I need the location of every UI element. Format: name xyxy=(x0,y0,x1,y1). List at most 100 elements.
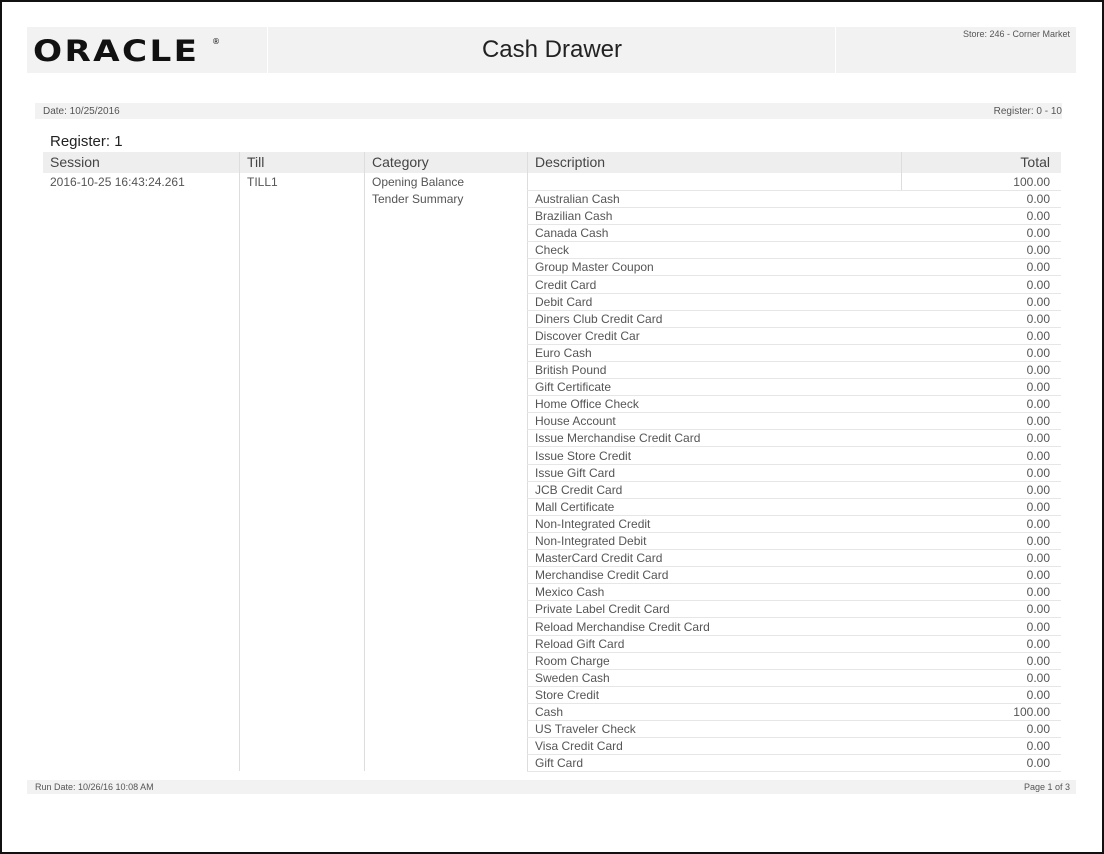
tender-total: 0.00 xyxy=(1026,602,1050,617)
tender-total: 0.00 xyxy=(1026,534,1050,548)
category-cell-tender: Tender Summary xyxy=(372,192,464,206)
tender-row: Group Master Coupon 0.00 xyxy=(527,259,1061,277)
opening-balance-row: 100.00 xyxy=(527,174,1061,191)
tender-description: JCB Credit Card xyxy=(535,482,623,497)
tender-description: Check xyxy=(535,243,570,258)
tender-row: Visa Credit Card 0.00 xyxy=(527,738,1061,756)
tender-total: 0.00 xyxy=(1026,619,1050,634)
tender-description: Store Credit xyxy=(535,687,600,702)
tender-row: Merchandise Credit Card 0.00 xyxy=(527,567,1061,585)
tender-total: 0.00 xyxy=(1026,397,1050,412)
tender-row: Mexico Cash 0.00 xyxy=(527,584,1061,602)
tender-row: House Account 0.00 xyxy=(527,413,1061,431)
tender-row: Discover Credit Car 0.00 xyxy=(527,328,1061,345)
page-number: Page 1 of 3 xyxy=(1023,782,1070,792)
tender-description: Room Charge xyxy=(535,653,610,668)
register-heading: Register: 1 xyxy=(50,133,123,150)
tender-row: Issue Gift Card 0.00 xyxy=(527,465,1061,482)
register-range: Register: 0 - 10 xyxy=(993,106,1062,117)
tender-total: 0.00 xyxy=(1026,739,1050,754)
tender-total: 0.00 xyxy=(1026,551,1050,566)
date-bar xyxy=(35,103,1062,119)
tender-total: 0.00 xyxy=(1026,414,1050,429)
tender-description: Mexico Cash xyxy=(535,585,605,600)
tender-total: 0.00 xyxy=(1026,499,1050,514)
report-date: Date: 10/25/2016 xyxy=(43,106,120,117)
tender-description: MasterCard Credit Card xyxy=(535,551,663,566)
tender-row: US Traveler Check 0.00 xyxy=(527,721,1061,739)
tender-description: Merchandise Credit Card xyxy=(535,568,669,583)
session-cell: 2016-10-25 16:43:24.261 xyxy=(50,175,185,189)
tender-row: Reload Merchandise Credit Card 0.00 xyxy=(527,619,1061,636)
tender-row: Canada Cash 0.00 xyxy=(527,225,1061,243)
tender-description: Sweden Cash xyxy=(535,670,610,685)
tender-total: 0.00 xyxy=(1026,277,1050,292)
tender-description: Reload Gift Card xyxy=(535,636,625,651)
tender-description: Gift Certificate xyxy=(535,380,612,395)
tender-total: 0.00 xyxy=(1026,585,1050,600)
tender-description: Diners Club Credit Card xyxy=(535,311,663,326)
tender-row: Cash 100.00 xyxy=(527,704,1061,721)
tender-description: British Pound xyxy=(535,363,607,377)
tender-total: 0.00 xyxy=(1026,516,1050,531)
tender-total: 0.00 xyxy=(1026,653,1050,668)
tender-row: Reload Gift Card 0.00 xyxy=(527,636,1061,653)
tender-description: Issue Gift Card xyxy=(535,465,616,480)
tender-description: Euro Cash xyxy=(535,345,592,360)
tender-row: Room Charge 0.00 xyxy=(527,653,1061,670)
till-cell: TILL1 xyxy=(247,175,278,189)
tender-row: Issue Store Credit 0.00 xyxy=(527,448,1061,465)
tender-description: Canada Cash xyxy=(535,226,609,241)
tender-total: 0.00 xyxy=(1026,363,1050,377)
tender-total: 0.00 xyxy=(1026,448,1050,463)
tender-row: Check 0.00 xyxy=(527,242,1061,260)
tender-description: Australian Cash xyxy=(535,192,620,206)
tender-total: 0.00 xyxy=(1026,687,1050,702)
tender-row: Sweden Cash 0.00 xyxy=(527,670,1061,687)
tender-description: Cash xyxy=(535,705,564,719)
tender-total: 0.00 xyxy=(1026,345,1050,360)
tender-row: Non-Integrated Debit 0.00 xyxy=(527,533,1061,550)
store-label: Store: 246 - Corner Market xyxy=(962,29,1070,39)
tender-description: Mall Certificate xyxy=(535,499,615,514)
tender-row: Diners Club Credit Card 0.00 xyxy=(527,311,1061,328)
tender-description: Gift Card xyxy=(535,756,584,771)
tender-description: Home Office Check xyxy=(535,397,639,412)
tender-row: Gift Certificate 0.00 xyxy=(527,379,1061,397)
tender-description: Private Label Credit Card xyxy=(535,602,670,617)
tender-row: Home Office Check 0.00 xyxy=(527,396,1061,414)
column-header-category: Category xyxy=(364,152,527,173)
tender-total: 0.00 xyxy=(1026,636,1050,651)
tender-total: 0.00 xyxy=(1026,568,1050,583)
tender-total: 0.00 xyxy=(1026,722,1050,737)
tender-description: Debit Card xyxy=(535,294,593,309)
tender-row: JCB Credit Card 0.00 xyxy=(527,482,1061,499)
tender-total: 0.00 xyxy=(1026,465,1050,480)
tender-row: Gift Card 0.00 xyxy=(527,755,1061,773)
tender-description: Non-Integrated Debit xyxy=(535,534,647,548)
tender-total: 0.00 xyxy=(1026,311,1050,326)
tender-description: Discover Credit Car xyxy=(535,328,640,343)
tender-total: 0.00 xyxy=(1026,431,1050,446)
tender-row: British Pound 0.00 xyxy=(527,362,1061,379)
tender-row: Credit Card 0.00 xyxy=(527,277,1061,294)
column-divider xyxy=(364,152,365,771)
tender-total: 0.00 xyxy=(1026,192,1050,206)
report-title: Cash Drawer xyxy=(481,36,623,63)
tender-total: 0.00 xyxy=(1026,294,1050,309)
tender-total: 0.00 xyxy=(1026,260,1050,275)
tender-total: 0.00 xyxy=(1026,482,1050,497)
tender-row: Private Label Credit Card 0.00 xyxy=(527,601,1061,619)
tender-row: Australian Cash 0.00 xyxy=(527,191,1061,208)
tender-description: Reload Merchandise Credit Card xyxy=(535,619,710,634)
column-header-session: Session xyxy=(43,152,239,173)
tender-total: 0.00 xyxy=(1026,328,1050,343)
tender-description: Brazilian Cash xyxy=(535,209,613,224)
tender-total: 0.00 xyxy=(1026,226,1050,241)
tender-row: Mall Certificate 0.00 xyxy=(527,499,1061,516)
column-header-description: Description xyxy=(527,152,901,173)
tender-description: Group Master Coupon xyxy=(535,260,654,275)
tender-row: Non-Integrated Credit 0.00 xyxy=(527,516,1061,533)
tender-total: 0.00 xyxy=(1026,243,1050,258)
column-header-total: Total xyxy=(901,152,1061,173)
